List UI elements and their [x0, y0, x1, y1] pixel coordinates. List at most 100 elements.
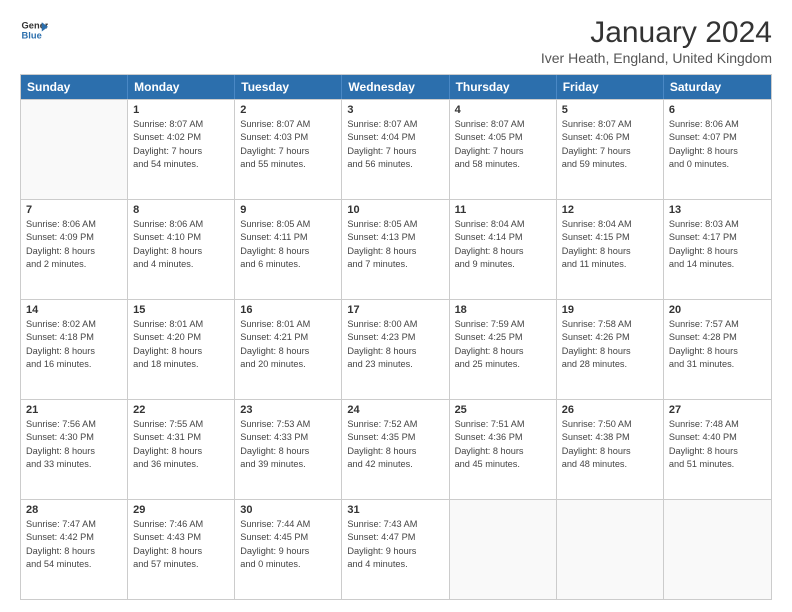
day-number: 28	[26, 504, 122, 516]
cell-info-line: Sunrise: 7:53 AM	[240, 418, 336, 431]
cell-info-line: Sunrise: 7:51 AM	[455, 418, 551, 431]
day-number: 2	[240, 104, 336, 116]
header: General Blue January 2024 Iver Heath, En…	[20, 16, 772, 66]
cell-info-line: Sunset: 4:06 PM	[562, 131, 658, 144]
cell-info-line: Sunset: 4:25 PM	[455, 331, 551, 344]
cell-info-line: Daylight: 8 hours	[669, 145, 766, 158]
calendar-cell: 12Sunrise: 8:04 AMSunset: 4:15 PMDayligh…	[557, 200, 664, 299]
calendar-cell: 11Sunrise: 8:04 AMSunset: 4:14 PMDayligh…	[450, 200, 557, 299]
cell-info-line: Sunrise: 7:58 AM	[562, 318, 658, 331]
calendar-cell	[664, 500, 771, 599]
cell-info-line: Sunrise: 7:56 AM	[26, 418, 122, 431]
cell-info-line: Sunrise: 7:46 AM	[133, 518, 229, 531]
cell-info-line: Sunrise: 8:01 AM	[133, 318, 229, 331]
calendar-row-4: 28Sunrise: 7:47 AMSunset: 4:42 PMDayligh…	[21, 499, 771, 599]
calendar-cell: 16Sunrise: 8:01 AMSunset: 4:21 PMDayligh…	[235, 300, 342, 399]
cell-info-line: Daylight: 8 hours	[240, 445, 336, 458]
cell-info-line: Sunset: 4:18 PM	[26, 331, 122, 344]
day-number: 7	[26, 204, 122, 216]
day-number: 5	[562, 104, 658, 116]
calendar-cell: 4Sunrise: 8:07 AMSunset: 4:05 PMDaylight…	[450, 100, 557, 199]
cell-info-line: Sunrise: 7:55 AM	[133, 418, 229, 431]
cell-info-line: Sunset: 4:07 PM	[669, 131, 766, 144]
calendar-cell: 3 Sunrise: 8:07 AMSunset: 4:04 PMDaylight…	[342, 100, 449, 199]
cell-info-line: Sunrise: 8:07 AM	[455, 118, 551, 131]
page: General Blue January 2024 Iver Heath, En…	[0, 0, 792, 612]
calendar-cell: 9Sunrise: 8:05 AMSunset: 4:11 PMDaylight…	[235, 200, 342, 299]
day-number: 15	[133, 304, 229, 316]
cell-info-line: Daylight: 8 hours	[669, 445, 766, 458]
cell-info-line: Sunset: 4:35 PM	[347, 431, 443, 444]
day-number: 9	[240, 204, 336, 216]
calendar-cell: 26Sunrise: 7:50 AMSunset: 4:38 PMDayligh…	[557, 400, 664, 499]
cell-info-line: and 11 minutes.	[562, 258, 658, 271]
cell-info-line: and 7 minutes.	[347, 258, 443, 271]
day-number: 12	[562, 204, 658, 216]
cell-info-line: Sunrise: 8:07 AM	[347, 118, 443, 131]
day-number: 26	[562, 404, 658, 416]
calendar-cell: 14Sunrise: 8:02 AMSunset: 4:18 PMDayligh…	[21, 300, 128, 399]
cell-info-line: Sunset: 4:04 PM	[347, 131, 443, 144]
calendar-row-1: 7Sunrise: 8:06 AMSunset: 4:09 PMDaylight…	[21, 199, 771, 299]
calendar-cell: 10Sunrise: 8:05 AMSunset: 4:13 PMDayligh…	[342, 200, 449, 299]
cell-info-line: Sunrise: 7:52 AM	[347, 418, 443, 431]
calendar-cell: 2Sunrise: 8:07 AMSunset: 4:03 PMDaylight…	[235, 100, 342, 199]
calendar-cell: 6Sunrise: 8:06 AMSunset: 4:07 PMDaylight…	[664, 100, 771, 199]
calendar-cell: 7 Sunrise: 8:06 AMSunset: 4:09 PMDaylight…	[21, 200, 128, 299]
cell-info-line: and 31 minutes.	[669, 358, 766, 371]
cell-info-line: Sunset: 4:47 PM	[347, 531, 443, 544]
cell-info-line: and 6 minutes.	[240, 258, 336, 271]
day-number: 27	[669, 404, 766, 416]
cell-info-line: Sunrise: 7:59 AM	[455, 318, 551, 331]
cell-info-line: Daylight: 8 hours	[455, 445, 551, 458]
calendar-cell: 22Sunrise: 7:55 AMSunset: 4:31 PMDayligh…	[128, 400, 235, 499]
cell-info-line: Sunrise: 8:05 AM	[347, 218, 443, 231]
cell-info-line: and 45 minutes.	[455, 458, 551, 471]
day-number: 11	[455, 204, 551, 216]
cell-info-line: Sunset: 4:38 PM	[562, 431, 658, 444]
cell-info-line: Daylight: 8 hours	[562, 245, 658, 258]
day-number: 20	[669, 304, 766, 316]
day-number: 6	[669, 104, 766, 116]
cell-info-line: Daylight: 8 hours	[26, 245, 122, 258]
cell-info-line: and 48 minutes.	[562, 458, 658, 471]
cell-info-line: Sunset: 4:40 PM	[669, 431, 766, 444]
calendar-cell: 31Sunrise: 7:43 AMSunset: 4:47 PMDayligh…	[342, 500, 449, 599]
calendar-cell: 13Sunrise: 8:03 AMSunset: 4:17 PMDayligh…	[664, 200, 771, 299]
calendar-cell: 8Sunrise: 8:06 AMSunset: 4:10 PMDaylight…	[128, 200, 235, 299]
cell-info-line: Sunset: 4:45 PM	[240, 531, 336, 544]
cell-info-line: Daylight: 8 hours	[240, 345, 336, 358]
weekday-header-wednesday: Wednesday	[342, 75, 449, 99]
cell-info-line: and 54 minutes.	[26, 558, 122, 571]
cell-info-line: and 51 minutes.	[669, 458, 766, 471]
day-number: 3	[347, 104, 443, 116]
cell-info-line: and 55 minutes.	[240, 158, 336, 171]
calendar-cell: 17Sunrise: 8:00 AMSunset: 4:23 PMDayligh…	[342, 300, 449, 399]
cell-info-line: Daylight: 8 hours	[455, 245, 551, 258]
cell-info-line: Sunset: 4:09 PM	[26, 231, 122, 244]
calendar-row-2: 14Sunrise: 8:02 AMSunset: 4:18 PMDayligh…	[21, 299, 771, 399]
cell-info-line: and 16 minutes.	[26, 358, 122, 371]
cell-info-line: Sunset: 4:36 PM	[455, 431, 551, 444]
calendar: SundayMondayTuesdayWednesdayThursdayFrid…	[20, 74, 772, 600]
cell-info-line: Daylight: 8 hours	[26, 545, 122, 558]
cell-info-line: Sunrise: 7:44 AM	[240, 518, 336, 531]
calendar-cell: 19Sunrise: 7:58 AMSunset: 4:26 PMDayligh…	[557, 300, 664, 399]
calendar-cell: 28Sunrise: 7:47 AMSunset: 4:42 PMDayligh…	[21, 500, 128, 599]
cell-info-line: and 58 minutes.	[455, 158, 551, 171]
cell-info-line: Sunset: 4:42 PM	[26, 531, 122, 544]
cell-info-line: Daylight: 7 hours	[347, 145, 443, 158]
cell-info-line: Daylight: 8 hours	[562, 345, 658, 358]
cell-info-line: Sunset: 4:26 PM	[562, 331, 658, 344]
day-number: 17	[347, 304, 443, 316]
cell-info-line: Sunset: 4:31 PM	[133, 431, 229, 444]
cell-info-line: Sunrise: 8:02 AM	[26, 318, 122, 331]
cell-info-line: Daylight: 8 hours	[562, 445, 658, 458]
day-number: 16	[240, 304, 336, 316]
cell-info-line: Sunrise: 8:06 AM	[26, 218, 122, 231]
weekday-header-saturday: Saturday	[664, 75, 771, 99]
cell-info-line: Sunrise: 8:05 AM	[240, 218, 336, 231]
logo-icon: General Blue	[20, 16, 48, 44]
day-number: 18	[455, 304, 551, 316]
cell-info-line: Sunset: 4:05 PM	[455, 131, 551, 144]
